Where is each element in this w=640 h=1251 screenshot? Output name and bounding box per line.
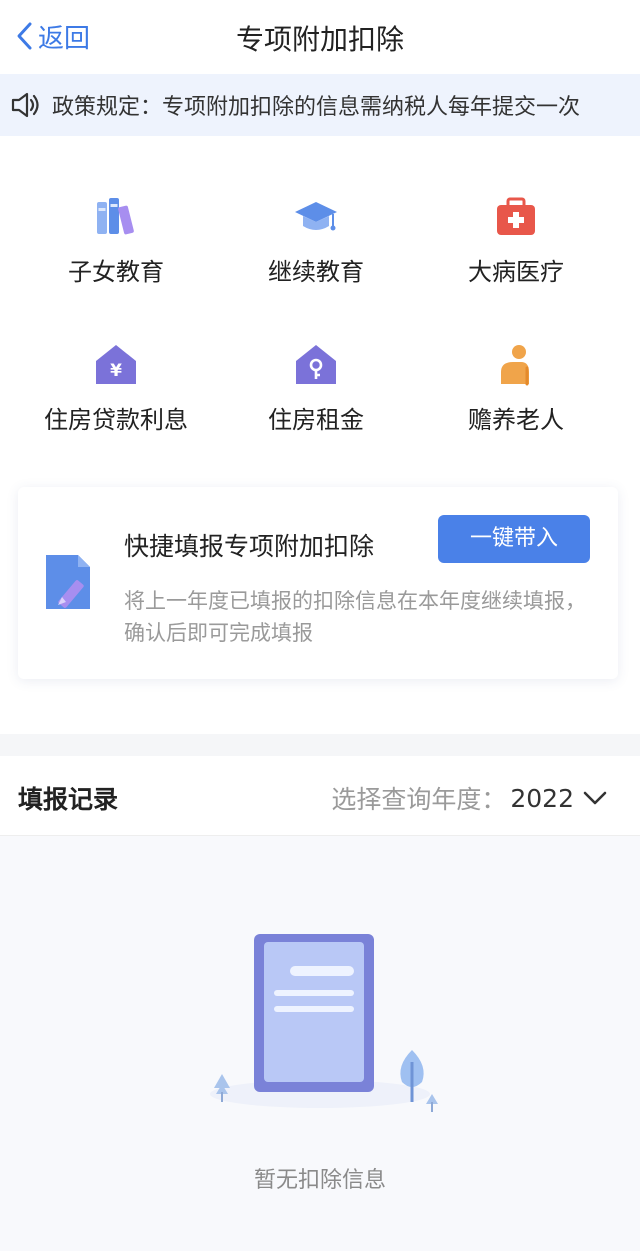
quick-fill-card: 快捷填报专项附加扣除 一键带入 将上一年度已填报的扣除信息在本年度继续填报，确认… (18, 487, 618, 679)
document-edit-icon (46, 555, 90, 609)
chevron-down-icon (583, 791, 607, 805)
one-click-import-button[interactable]: 一键带入 (438, 515, 590, 563)
category-label: 住房贷款利息 (44, 406, 188, 434)
category-housing-loan-interest[interactable]: ¥ 住房贷款利息 (16, 342, 216, 435)
elderly-person-icon (501, 345, 529, 386)
records-title: 填报记录 (18, 785, 119, 814)
svg-text:¥: ¥ (110, 361, 122, 381)
policy-notice: 政策规定：专项附加扣除的信息需纳税人每年提交一次 (0, 74, 640, 136)
records-empty-state: 暂无扣除信息 (0, 836, 640, 1251)
empty-document-illustration (210, 934, 438, 1112)
category-label: 赡养老人 (468, 406, 564, 434)
category-label: 继续教育 (268, 258, 364, 286)
category-label: 大病医疗 (468, 258, 564, 286)
quick-fill-title: 快捷填报专项附加扣除 (124, 532, 375, 561)
category-housing-rent[interactable]: 住房租金 (216, 342, 416, 435)
nav-bar: 返回 专项附加扣除 (0, 0, 640, 74)
category-elderly-support[interactable]: 赡养老人 (416, 342, 616, 435)
year-value: 2022 (510, 783, 574, 813)
house-yuan-icon: ¥ (96, 345, 136, 384)
page-title: 专项附加扣除 (235, 23, 404, 56)
page: 返回 专项附加扣除 政策规定：专项附加扣除的信息需纳税人每年提交一次 子女教育 (0, 0, 640, 1251)
year-selector[interactable]: 选择查询年度： 2022 (331, 780, 608, 816)
books-icon (97, 198, 134, 235)
category-label: 住房租金 (268, 406, 364, 434)
speaker-icon (11, 92, 39, 118)
category-label: 子女教育 (68, 258, 164, 286)
quick-fill-description: 将上一年度已填报的扣除信息在本年度继续填报，确认后即可完成填报 (124, 589, 586, 645)
records-header: 填报记录 选择查询年度： 2022 (0, 756, 640, 836)
house-key-icon (296, 345, 336, 384)
category-serious-illness[interactable]: 大病医疗 (416, 194, 616, 287)
medical-kit-icon (497, 197, 535, 235)
empty-message: 暂无扣除信息 (253, 1168, 386, 1193)
category-children-education[interactable]: 子女教育 (16, 194, 216, 287)
graduation-cap-icon (295, 202, 337, 231)
notice-text: 政策规定：专项附加扣除的信息需纳税人每年提交一次 (52, 95, 581, 120)
category-continuing-education[interactable]: 继续教育 (216, 194, 416, 287)
section-divider (0, 734, 640, 756)
year-label: 选择查询年度： (331, 785, 507, 814)
